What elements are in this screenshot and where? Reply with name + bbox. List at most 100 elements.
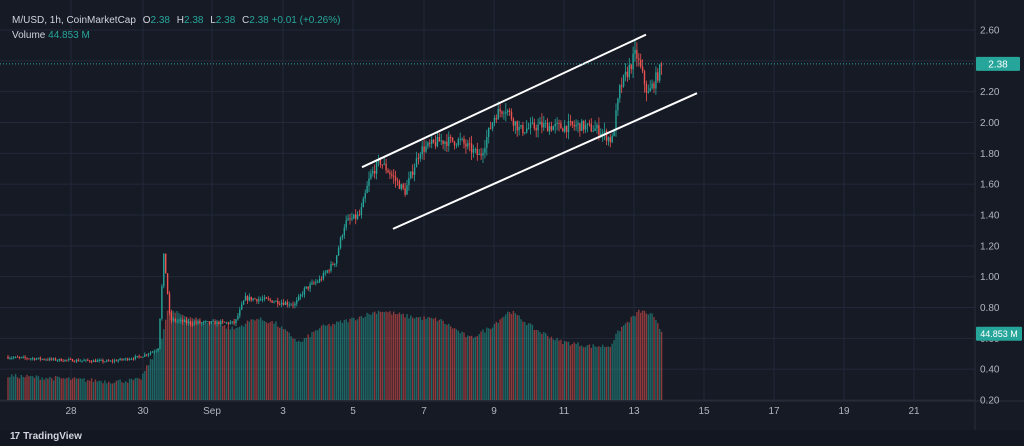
candle-body <box>267 298 269 300</box>
candle-body <box>539 121 541 125</box>
volume-bar <box>337 321 340 400</box>
volume-bar <box>558 340 560 400</box>
volume-bar <box>180 314 182 400</box>
volume-bar <box>313 331 315 400</box>
candle-body <box>444 141 446 145</box>
candle-body <box>26 357 28 359</box>
volume-bar <box>119 379 121 400</box>
volume-bar <box>351 317 353 400</box>
trendlines[interactable] <box>361 33 698 230</box>
candle-body <box>288 304 290 306</box>
tradingview-logo[interactable]: 17 TradingView <box>10 431 82 442</box>
volume-bar <box>626 321 629 400</box>
volume-bar <box>176 311 178 400</box>
candle-body <box>138 356 140 357</box>
volume-bar <box>493 324 496 400</box>
candle-body <box>87 359 89 361</box>
channel-trendline[interactable] <box>361 33 647 169</box>
legend-open-value: 2.38 <box>150 15 170 26</box>
candle-body <box>579 123 581 131</box>
volume-bar <box>203 322 205 400</box>
candle-body <box>83 360 85 362</box>
volume-bar <box>446 324 448 400</box>
volume-bar <box>151 359 154 400</box>
candle-body <box>210 321 212 324</box>
candle-body <box>527 128 530 129</box>
chart-stage[interactable]: 2.602.402.202.001.801.601.401.201.000.80… <box>0 0 1024 446</box>
volume-bar <box>127 382 129 400</box>
time-axis[interactable]: 28 30 Sep 3 5 7 9 11 13 15 17 19 21 <box>65 406 920 417</box>
price-tick-label: 0.20 <box>980 396 1000 407</box>
candle-body <box>39 357 41 360</box>
candle-body <box>415 157 418 168</box>
candle-body <box>193 322 195 325</box>
candle-body <box>277 300 279 305</box>
volume-bar <box>182 314 184 400</box>
candle-body <box>130 358 133 360</box>
legend-volume-label[interactable]: Volume <box>12 30 45 41</box>
candle-body <box>609 137 611 143</box>
candle-body <box>254 298 256 300</box>
time-tick-label: 5 <box>350 406 356 417</box>
volume-bar <box>621 326 623 400</box>
volume-bar <box>146 365 148 400</box>
candle-body <box>178 320 180 322</box>
candle-body <box>223 321 226 323</box>
volume-bar <box>185 316 188 400</box>
candle-body <box>216 321 218 325</box>
candle-body <box>241 304 243 310</box>
candle-body <box>406 185 408 195</box>
candle-body <box>157 348 159 351</box>
candle-body <box>383 163 385 165</box>
volume-bar <box>529 323 532 400</box>
volume-bar <box>315 330 317 400</box>
volume-bar <box>461 331 463 400</box>
volume-bar <box>394 314 397 400</box>
price-tick-label: 2.20 <box>980 87 1000 98</box>
candle-body <box>413 167 416 175</box>
volume-bar <box>516 314 518 400</box>
candle-body <box>425 146 427 152</box>
volume-bar <box>7 377 9 400</box>
candle-body <box>313 282 315 284</box>
volume-bar <box>157 348 159 400</box>
candle-body <box>49 358 51 360</box>
volume-bar <box>567 341 570 400</box>
candle-body <box>315 282 317 284</box>
volume-bar <box>320 325 323 400</box>
brand-text: TradingView <box>23 431 82 442</box>
candle-body <box>326 270 328 273</box>
price-axis[interactable]: 2.602.402.202.001.801.601.401.201.000.80… <box>976 26 1022 407</box>
candle-body <box>641 66 644 72</box>
volume-bar <box>326 325 328 400</box>
volume-bar <box>299 341 302 400</box>
volume-bar <box>370 314 372 400</box>
candle-body <box>535 128 537 131</box>
volume-bar <box>265 322 268 400</box>
candle-body <box>273 301 275 303</box>
volume-bar <box>51 378 53 400</box>
volume-bar <box>603 347 606 400</box>
volume-bar <box>54 376 57 400</box>
volume-bar <box>377 310 380 400</box>
volume-bar <box>408 318 410 400</box>
volume-bar <box>615 333 617 400</box>
chart-canvas[interactable]: 2.602.402.202.001.801.601.401.201.000.80… <box>0 0 1024 446</box>
candle-body <box>113 360 116 362</box>
volume-bar <box>362 317 364 400</box>
legend-symbol[interactable]: M/USD, 1h, CoinMarketCap <box>12 15 136 26</box>
volume-bar <box>588 344 591 400</box>
candle-body <box>41 358 43 360</box>
candle-body <box>56 360 59 362</box>
candle-body <box>581 120 583 131</box>
candle-body <box>341 235 344 238</box>
volume-bar <box>237 327 239 400</box>
volume-bar <box>68 377 70 400</box>
candle-body <box>488 127 490 138</box>
price-tick-label: 1.00 <box>980 272 1000 283</box>
candle-body <box>62 361 64 362</box>
candle-body <box>438 137 440 142</box>
candle-body <box>402 184 404 189</box>
volume-bar <box>261 320 264 400</box>
channel-trendline[interactable] <box>392 92 698 230</box>
